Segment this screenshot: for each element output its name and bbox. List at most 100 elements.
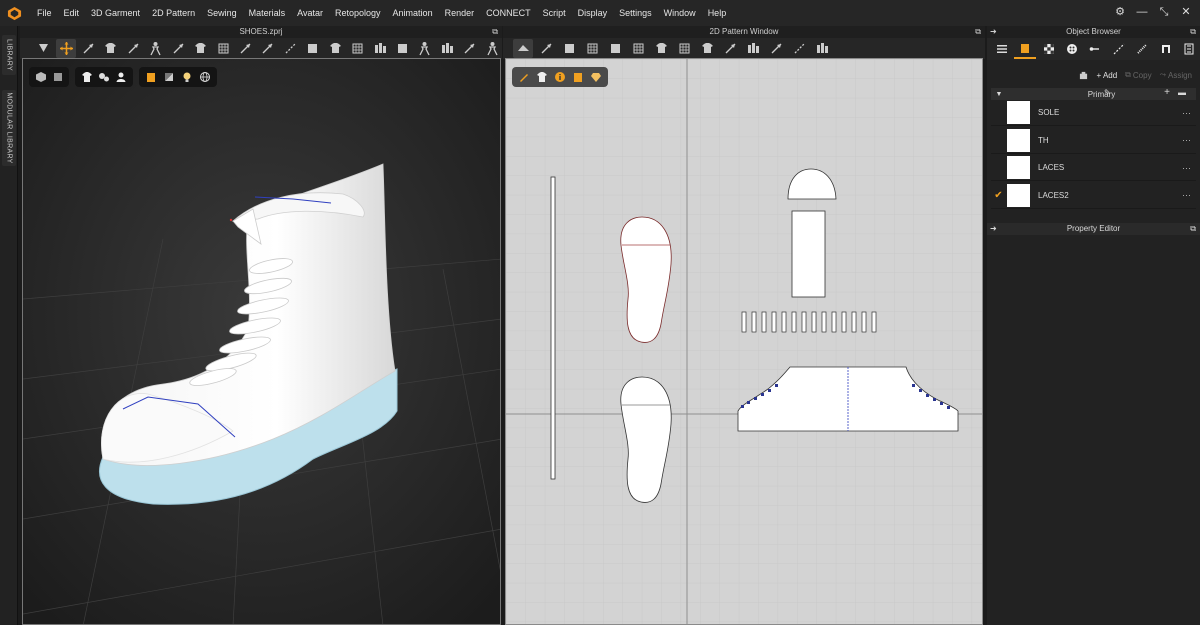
- tb3d-tool-person-icon[interactable]: [415, 39, 434, 58]
- tb2d-tool-bars-icon[interactable]: [743, 39, 763, 58]
- material-group-primary[interactable]: ▼ Primary ✎ + ▬: [991, 87, 1196, 100]
- menu-item-materials[interactable]: Materials: [243, 8, 292, 18]
- pattern-strip-long[interactable]: [550, 176, 556, 480]
- pattern-pieces-icon[interactable]: [96, 69, 111, 85]
- texture-icon[interactable]: [143, 69, 159, 85]
- list-icon[interactable]: [991, 39, 1012, 59]
- tb3d-tool-shirt-icon[interactable]: [101, 39, 120, 58]
- tb3d-tool-person-icon[interactable]: [482, 39, 501, 58]
- menu-item-script[interactable]: Script: [537, 8, 572, 18]
- library-tab[interactable]: LIBRARY: [2, 35, 16, 75]
- edit-pencil-icon[interactable]: ✎: [1104, 88, 1111, 97]
- tb2d-tool-bars-icon[interactable]: [812, 39, 832, 58]
- menu-item-edit[interactable]: Edit: [58, 8, 86, 18]
- fabric-tab-icon[interactable]: [1014, 39, 1036, 59]
- fabric-icon[interactable]: [588, 69, 604, 85]
- checker-icon[interactable]: [1038, 39, 1059, 59]
- garment-icon[interactable]: [534, 69, 550, 85]
- tb3d-tool-bars-icon[interactable]: [370, 39, 389, 58]
- material-row-th[interactable]: TH ···: [991, 128, 1196, 154]
- tb3d-tool-arrow-icon[interactable]: [169, 39, 188, 58]
- material-more-icon[interactable]: ···: [1182, 108, 1196, 118]
- menu-item-file[interactable]: File: [31, 8, 58, 18]
- tb2d-tool-shirt-icon[interactable]: [651, 39, 671, 58]
- tb3d-tool-bars-icon[interactable]: [438, 39, 457, 58]
- tb3d-tool-move-icon[interactable]: [56, 39, 76, 58]
- tb3d-tool-arrow-icon[interactable]: [79, 39, 98, 58]
- light-icon[interactable]: [179, 69, 195, 85]
- tb3d-tool-grid-icon[interactable]: [348, 39, 367, 58]
- tb2d-tool-square-icon[interactable]: [605, 39, 625, 58]
- menu-item-display[interactable]: Display: [572, 8, 614, 18]
- tb3d-tool-down-icon[interactable]: [34, 39, 53, 58]
- tb2d-tool-shirt-icon[interactable]: [697, 39, 717, 58]
- tb3d-tool-grid-icon[interactable]: [213, 39, 232, 58]
- pattern-tongue[interactable]: [791, 210, 826, 298]
- shirt-icon[interactable]: [79, 69, 94, 85]
- menu-item-3d-garment[interactable]: 3D Garment: [85, 8, 146, 18]
- tb3d-tool-shirt-icon[interactable]: [191, 39, 210, 58]
- object-browser-float-icon[interactable]: ⧉: [1190, 26, 1196, 38]
- tb2d-tool-square-icon[interactable]: [559, 39, 579, 58]
- material-more-icon[interactable]: ···: [1182, 135, 1196, 145]
- puckering-icon[interactable]: [1179, 39, 1200, 59]
- hanger-icon[interactable]: [1155, 39, 1176, 59]
- menu-item-2d-pattern[interactable]: 2D Pattern: [146, 8, 201, 18]
- copy-button[interactable]: ⧉ Copy: [1125, 70, 1151, 80]
- material-more-icon[interactable]: ···: [1182, 163, 1196, 173]
- panel-collapse-arrow-icon[interactable]: ➜: [990, 26, 997, 38]
- group-collapse-icon[interactable]: ▼: [991, 91, 1007, 98]
- property-editor-arrow-icon[interactable]: ➜: [990, 223, 997, 235]
- tb3d-tool-arrow-icon[interactable]: [124, 39, 143, 58]
- menu-item-connect[interactable]: CONNECT: [480, 8, 537, 18]
- material-row-laces2[interactable]: ✔ LACES2 ···: [991, 183, 1196, 209]
- tb3d-tool-arrow-icon[interactable]: [460, 39, 479, 58]
- menu-item-animation[interactable]: Animation: [387, 8, 439, 18]
- tb2d-tool-dots-icon[interactable]: [789, 39, 809, 58]
- property-editor-float-icon[interactable]: ⧉: [1190, 223, 1196, 235]
- info-icon[interactable]: [552, 69, 568, 85]
- add-button[interactable]: + Add: [1096, 70, 1117, 80]
- texture-2d-icon[interactable]: [570, 69, 586, 85]
- menu-item-avatar[interactable]: Avatar: [291, 8, 329, 18]
- tb3d-tool-dots-icon[interactable]: [281, 39, 300, 58]
- tb2d-tool-arrow-icon[interactable]: [720, 39, 740, 58]
- avatar-view-icon[interactable]: [50, 69, 65, 85]
- tb3d-tool-square-icon[interactable]: [303, 39, 322, 58]
- material-more-icon[interactable]: ···: [1182, 190, 1196, 200]
- tb3d-tool-arrow-icon[interactable]: [258, 39, 277, 58]
- tb2d-tool-grid-icon[interactable]: [674, 39, 694, 58]
- gear-icon[interactable]: ⚙: [1114, 5, 1126, 19]
- viewport-3d[interactable]: [22, 58, 501, 625]
- import-fabric-icon[interactable]: [1079, 70, 1088, 80]
- tb2d-tool-fold-icon[interactable]: [513, 39, 533, 58]
- tb3d-tool-square-icon[interactable]: [393, 39, 412, 58]
- viewport-2d[interactable]: [505, 58, 983, 625]
- assign-button[interactable]: ⤳ Assign: [1160, 70, 1192, 80]
- avatar-icon[interactable]: [114, 69, 129, 85]
- tb2d-tool-arrow-icon[interactable]: [766, 39, 786, 58]
- tb3d-tool-arrow-icon[interactable]: [236, 39, 255, 58]
- close-icon[interactable]: ✕: [1180, 5, 1192, 19]
- material-row-sole[interactable]: SOLE ···: [991, 100, 1196, 126]
- menu-item-retopology[interactable]: Retopology: [329, 8, 387, 18]
- folder-icon[interactable]: ▬: [1178, 88, 1186, 97]
- tb2d-tool-grid-icon[interactable]: [628, 39, 648, 58]
- tb2d-tool-arrow-icon[interactable]: [536, 39, 556, 58]
- stitch-icon[interactable]: [1108, 39, 1129, 59]
- menu-item-help[interactable]: Help: [702, 8, 733, 18]
- pin-tool-icon[interactable]: [1085, 39, 1106, 59]
- cube-view-icon[interactable]: [33, 69, 48, 85]
- menu-item-window[interactable]: Window: [658, 8, 702, 18]
- zipper-icon[interactable]: [1132, 39, 1153, 59]
- material-row-laces[interactable]: LACES ···: [991, 155, 1196, 181]
- panel-3d-float-icon[interactable]: ⧉: [492, 26, 498, 38]
- menu-item-sewing[interactable]: Sewing: [201, 8, 243, 18]
- add-material-icon[interactable]: +: [1164, 87, 1170, 98]
- modular-library-tab[interactable]: MODULAR LIBRARY: [2, 90, 16, 166]
- minimize-icon[interactable]: —: [1136, 5, 1148, 19]
- menu-item-settings[interactable]: Settings: [613, 8, 658, 18]
- tb2d-tool-grid-icon[interactable]: [582, 39, 602, 58]
- panel-2d-float-icon[interactable]: ⧉: [975, 26, 981, 38]
- button-icon[interactable]: [1061, 39, 1082, 59]
